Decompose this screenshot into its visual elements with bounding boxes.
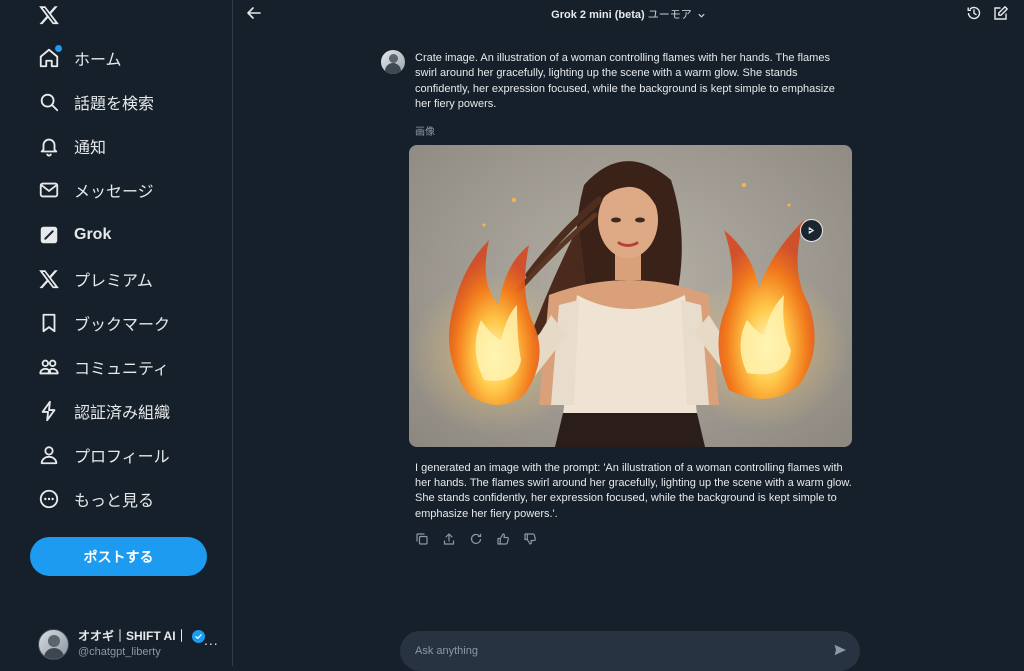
- more-circle-icon: [38, 488, 60, 510]
- sidebar-item-label: メッセージ: [74, 184, 154, 201]
- model-name: Grok 2 mini (beta): [551, 9, 645, 21]
- ask-input[interactable]: [415, 643, 815, 659]
- sidebar-item-explore[interactable]: 話題を検索: [30, 82, 220, 122]
- image-edit-icon[interactable]: [800, 219, 823, 242]
- mode-label: ユーモア: [647, 9, 692, 21]
- grok-icon: [38, 224, 60, 246]
- mail-icon: [38, 179, 60, 201]
- message-actions: [415, 532, 550, 546]
- user-message: Crate image. An illustration of a woman …: [415, 52, 835, 111]
- thumbs-up-icon[interactable]: [496, 532, 510, 546]
- page-title: Grok 2 mini (beta) ユーモア: [233, 6, 1024, 22]
- image-label: 画像: [415, 127, 435, 138]
- mode-selector[interactable]: ユーモア: [648, 9, 706, 21]
- account-switcher[interactable]: オオギ｜SHIFT AI｜ @chatgpt_liberty ...: [38, 626, 228, 662]
- composer: [400, 631, 860, 671]
- copy-icon[interactable]: [415, 532, 429, 546]
- sidebar-item-messages[interactable]: メッセージ: [30, 170, 220, 210]
- sidebar-item-home[interactable]: ホーム: [30, 38, 220, 78]
- assistant-message: I generated an image with the prompt: 'A…: [415, 462, 852, 520]
- share-icon[interactable]: [442, 532, 456, 546]
- account-handle: @chatgpt_liberty: [78, 646, 161, 658]
- history-icon[interactable]: [966, 5, 982, 21]
- grok-header: Grok 2 mini (beta) ユーモア: [233, 0, 1024, 26]
- sidebar-item-label: Grok: [74, 226, 112, 243]
- x-premium-icon: [38, 268, 60, 290]
- account-more-button[interactable]: ...: [204, 632, 219, 648]
- sidebar-item-label: 認証済み組織: [74, 405, 171, 422]
- sidebar-item-label: プレミアム: [74, 273, 153, 290]
- sidebar-item-grok[interactable]: Grok: [30, 215, 220, 255]
- account-name: オオギ｜SHIFT AI｜: [78, 629, 188, 643]
- sidebar-item-label: プロフィール: [74, 449, 170, 466]
- sidebar-item-label: ブックマーク: [74, 317, 171, 334]
- new-chat-icon[interactable]: [993, 5, 1009, 21]
- sidebar-item-label: もっと見る: [74, 493, 155, 510]
- person-icon: [38, 444, 60, 466]
- sidebar-item-label: 話題を検索: [74, 96, 155, 113]
- thumbs-down-icon[interactable]: [523, 532, 537, 546]
- lightning-icon: [38, 400, 60, 422]
- x-logo-icon[interactable]: [38, 4, 60, 26]
- community-icon: [38, 356, 60, 378]
- sidebar-item-label: コミュニティ: [74, 361, 170, 378]
- generated-image[interactable]: [409, 145, 852, 447]
- sidebar: ホーム 話題を検索 通知 メッセージ Grok プレミアム ブックマーク コミュ…: [0, 0, 233, 666]
- sidebar-item-label: 通知: [74, 140, 107, 157]
- send-icon[interactable]: [833, 643, 847, 657]
- sidebar-item-label: ホーム: [74, 52, 122, 69]
- chevron-down-icon: [698, 13, 705, 18]
- sidebar-item-premium[interactable]: プレミアム: [30, 259, 220, 299]
- avatar: [38, 628, 69, 660]
- sidebar-item-bookmarks[interactable]: ブックマーク: [30, 303, 220, 343]
- search-icon: [38, 91, 60, 113]
- verified-badge-icon: [191, 629, 205, 643]
- sidebar-item-notifications[interactable]: 通知: [30, 126, 220, 166]
- post-button[interactable]: ポストする: [30, 537, 207, 576]
- sidebar-item-verified-orgs[interactable]: 認証済み組織: [30, 391, 220, 431]
- notification-dot: [55, 45, 62, 52]
- sidebar-item-communities[interactable]: コミュニティ: [30, 347, 220, 387]
- bell-icon: [38, 135, 60, 157]
- home-icon: [38, 45, 62, 69]
- regenerate-icon[interactable]: [469, 532, 483, 546]
- sidebar-item-profile[interactable]: プロフィール: [30, 435, 220, 475]
- bookmark-icon: [38, 312, 60, 334]
- user-avatar: [381, 50, 405, 74]
- sidebar-item-more[interactable]: もっと見る: [30, 479, 220, 519]
